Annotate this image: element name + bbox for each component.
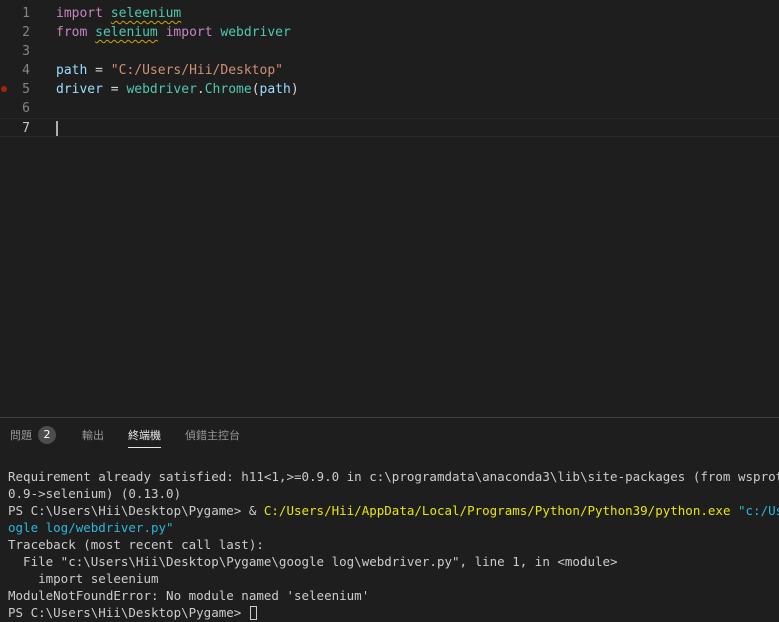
terminal-output[interactable]: Requirement already satisfied: h11<1,>=0… [8, 468, 779, 621]
text-cursor [56, 121, 58, 136]
code-line[interactable]: 2 from selenium import webdriver [0, 23, 779, 42]
terminal-line: 0.9->selenium) (0.13.0) [8, 485, 779, 502]
code-line[interactable]: 4 path = "C:/Users/Hii/Desktop" [0, 61, 779, 80]
terminal-text: ModuleNotFoundError: No module named 'se… [8, 588, 370, 603]
code-token: import [165, 25, 213, 40]
problems-count-badge: 2 [38, 426, 56, 444]
code-token: "C:/Users/Hii/Desktop" [110, 63, 283, 78]
tab-output[interactable]: 輸出 [82, 418, 104, 454]
terminal-text: C:/Users/Hii/AppData/Local/Programs/Pyth… [263, 503, 731, 518]
tab-debug-console-label: 偵錯主控台 [185, 429, 240, 442]
line-number: 2 [22, 25, 30, 40]
code-token: . [196, 82, 205, 97]
code-token: = [102, 82, 127, 97]
code-token: path [56, 63, 88, 78]
terminal-line: File "c:\Users\Hii\Desktop\Pygame\google… [8, 553, 779, 570]
terminal-text: PS C:\Users\Hii\Desktop\Pygame> & [8, 503, 264, 518]
code-text: import seleenium [56, 4, 181, 23]
line-number: 3 [22, 44, 30, 59]
code-token: ( [251, 82, 260, 97]
code-text: driver = webdriver.Chrome(path) [56, 80, 299, 99]
terminal-text: ogle log/webdriver.py" [8, 520, 174, 535]
bottom-panel: 問題 2 輸出 終端機 偵錯主控台 Requirement already sat… [0, 417, 779, 622]
terminal-line: PS C:\Users\Hii\Desktop\Pygame> [8, 604, 779, 621]
code-line[interactable]: 1 import seleenium [0, 4, 779, 23]
code-editor[interactable]: 1 import seleenium 2 from selenium import w… [0, 0, 779, 417]
line-number: 5 [22, 82, 30, 97]
code-token: path [259, 82, 291, 97]
terminal-line: PS C:\Users\Hii\Desktop\Pygame> & C:/Use… [8, 502, 779, 519]
code-line[interactable]: 3 [0, 42, 779, 61]
code-token: from [56, 25, 88, 40]
code-token: Chrome [204, 82, 252, 97]
terminal-text: Requirement already satisfied: h11<1,>=0… [8, 469, 779, 484]
tab-debug-console[interactable]: 偵錯主控台 [185, 418, 240, 454]
terminal-line: Requirement already satisfied: h11<1,>=0… [8, 468, 779, 485]
code-token-with-warning: seleenium [110, 6, 182, 21]
panel-tabs: 問題 2 輸出 終端機 偵錯主控台 [0, 418, 779, 454]
tab-problems[interactable]: 問題 2 [10, 418, 56, 454]
code-text: path = "C:/Users/Hii/Desktop" [56, 61, 283, 80]
line-number: 6 [22, 101, 30, 116]
terminal-line: ModuleNotFoundError: No module named 'se… [8, 587, 779, 604]
terminal-text: PS C:\Users\Hii\Desktop\Pygame> [8, 605, 249, 620]
tab-output-label: 輸出 [82, 429, 104, 442]
code-line[interactable]: 7 [0, 118, 779, 137]
tab-terminal-label: 終端機 [128, 429, 161, 442]
terminal-cursor [249, 606, 257, 620]
terminal-text: "c:/Users/Hii [738, 503, 779, 518]
code-token-with-warning: selenium [95, 25, 158, 40]
terminal-text: 0.9->selenium) (0.13.0) [8, 486, 182, 501]
line-number: 7 [22, 121, 30, 136]
tab-problems-label: 問題 [10, 429, 32, 442]
code-line[interactable]: 6 [0, 99, 779, 118]
line-number: 1 [22, 6, 30, 21]
code-token: import [56, 6, 103, 21]
terminal-text: Traceback (most recent call last): [8, 537, 264, 552]
line-number: 4 [22, 63, 30, 78]
code-token: ) [290, 82, 299, 97]
code-line[interactable]: 5 driver = webdriver.Chrome(path) [0, 80, 779, 99]
terminal-line: import seleenium [8, 570, 779, 587]
code-token: webdriver [126, 82, 197, 97]
terminal-text: File "c:\Users\Hii\Desktop\Pygame\google… [8, 554, 618, 569]
terminal-line: ogle log/webdriver.py" [8, 519, 779, 536]
active-tab-indicator [128, 447, 161, 448]
tab-terminal[interactable]: 終端機 [128, 418, 161, 454]
code-token: webdriver [220, 25, 291, 40]
terminal-text: import seleenium [8, 571, 159, 586]
code-token: driver [56, 82, 103, 97]
code-token: = [87, 63, 111, 78]
terminal-line: Traceback (most recent call last): [8, 536, 779, 553]
code-text: from selenium import webdriver [56, 23, 291, 42]
